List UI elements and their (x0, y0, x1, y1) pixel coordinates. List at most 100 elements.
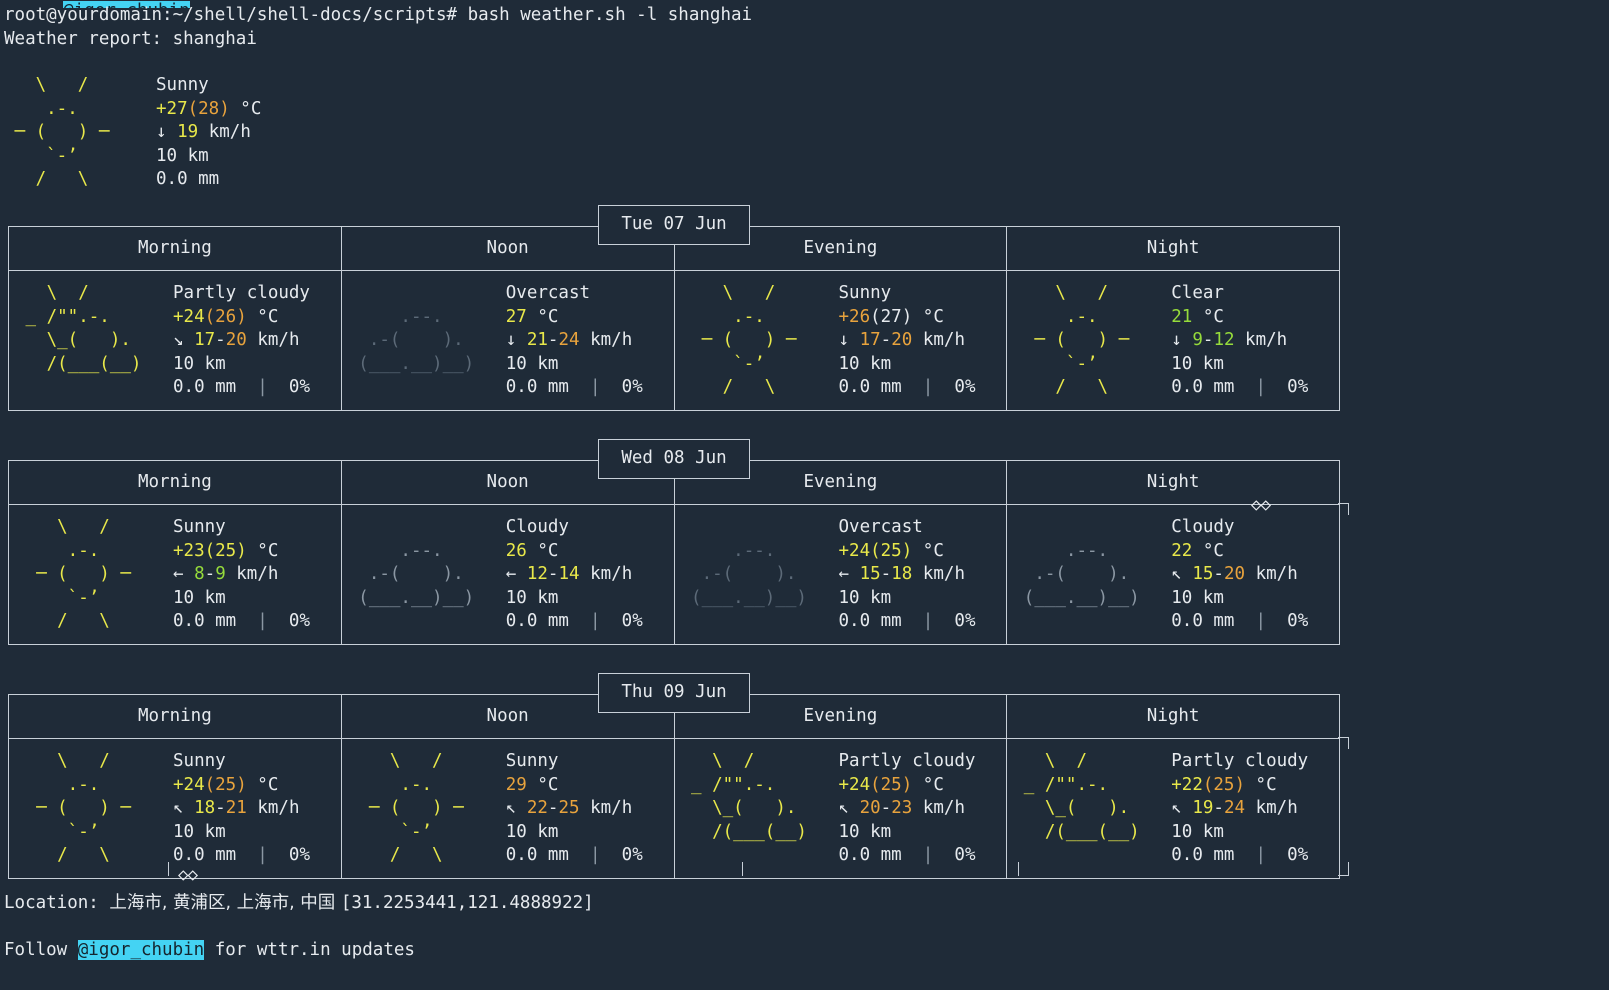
wind-speed-high: 18 (891, 564, 913, 585)
wind-speed-unit: km/h (579, 564, 633, 585)
precipitation-chance: 0% (288, 611, 310, 632)
follow-line: Follow @igor_chubin for wttr.in updates (4, 939, 415, 963)
wind-speed-separator: - (880, 564, 892, 585)
temperature-unit: °C (526, 774, 559, 795)
condition-text: Clear (1171, 283, 1224, 303)
stray-border-fragment (1338, 875, 1349, 876)
condition-text: Cloudy (505, 517, 569, 537)
precipitation-value: 0.0 mm (1171, 377, 1235, 398)
forecast-cell-noon: .--. .-( ). (___.__)__) Overcast 27 °C ↓… (342, 271, 675, 410)
forecast-body-row: \ / .-. ─ ( ) ─ `-’ / \ Sunny +24(25) °C… (9, 739, 1339, 878)
wind-speed-low: 18 (194, 798, 216, 819)
condition-text: Partly cloudy (838, 751, 976, 771)
wind-speed-high: 25 (558, 798, 580, 819)
condition-text: Overcast (838, 517, 923, 537)
sunny-icon: \ / .-. ─ ( ) ─ `-’ / \ (368, 751, 464, 866)
precipitation-value: 0.0 mm (173, 845, 237, 866)
wind-direction-icon: ↘ (173, 330, 184, 351)
wind-speed-low: 17 (859, 330, 881, 351)
precipitation-chance: 0% (954, 845, 976, 866)
visibility-value: 10 km (505, 821, 559, 842)
temperature-feels-like: (26) (204, 306, 247, 327)
precipitation-chance: 0% (288, 845, 310, 866)
temperature-main: +24 (838, 540, 871, 561)
wind-speed-high: 9 (215, 564, 226, 585)
wind-speed-unit: km/h (246, 798, 300, 819)
precipitation-chance: 0% (954, 377, 976, 398)
temperature-unit: °C (246, 540, 279, 561)
location-label: Location: (4, 893, 110, 913)
overcast-icon: .--. .-( ). (___.__)__) (358, 306, 475, 374)
wind-speed-high: 24 (1223, 798, 1246, 819)
temperature-unit: °C (912, 774, 944, 795)
condition-text: Partly cloudy (1171, 751, 1309, 771)
forecast-cell-night: \ / .-. ─ ( ) ─ `-’ / \ Clear 21 °C ↓ 9-… (1007, 271, 1339, 410)
sunny-icon: \ / .-. ─ ( ) ─ `-’ / \ (36, 751, 131, 866)
forecast-info: Sunny +26(27) °C ↓ 17-20 km/h 10 km 0.0 … (839, 282, 1007, 400)
forecast-cell-noon: .--. .-( ). (___.__)__) Cloudy 26 °C ← 1… (342, 505, 675, 644)
temperature-feels-like: (25) (870, 540, 913, 561)
value-separator: | (236, 377, 289, 398)
current-temp-unit: °C (229, 98, 262, 119)
temperature-main: 26 (505, 540, 527, 561)
wind-speed-high: 20 (1223, 564, 1246, 585)
wind-speed-low: 8 (194, 564, 205, 585)
period-header-night: Night (1146, 237, 1200, 258)
value-separator: | (901, 845, 955, 866)
precipitation-value: 0.0 mm (838, 611, 902, 632)
weather-report-header: Weather report: shanghai (4, 28, 257, 49)
current-visibility: 10 km (156, 145, 209, 166)
wind-speed-low: 15 (1192, 564, 1214, 585)
precipitation-chance: 0% (621, 845, 643, 866)
wind-speed-low: 17 (194, 330, 216, 351)
stray-border-fragment (168, 862, 169, 876)
wind-direction-icon: ↓ (1171, 330, 1182, 351)
wind-speed-unit: km/h (912, 798, 965, 819)
forecast-info: Sunny 29 °C ↖ 22-25 km/h 10 km 0.0 mm | … (506, 750, 674, 868)
cloudy-icon: .--. .-( ). (___.__)__) (1023, 540, 1140, 608)
temperature-main: +24 (173, 306, 205, 327)
precipitation-chance: 0% (621, 377, 643, 398)
forecast-info: Partly cloudy +24(25) °C ↖ 20-23 km/h 10… (839, 750, 1007, 868)
wind-speed-separator: - (880, 798, 892, 819)
forecast-cell-evening: \ / _ /"".-. \_( ). /(___(__) Partly clo… (675, 739, 1008, 878)
wind-speed-low: 12 (526, 564, 548, 585)
wind-speed-separator: - (1213, 564, 1224, 585)
wind-speed-low: 22 (526, 798, 548, 819)
partly-cloudy-icon: \ / _ /"".-. \_( ). /(___(__) (25, 283, 142, 374)
follow-handle-link[interactable]: @igor_chubin (77, 940, 205, 960)
current-wind-arrow-icon: ↓ (156, 122, 167, 143)
current-wind-speed: 19 (177, 122, 199, 143)
follow-suffix: for wttr.in updates (204, 940, 415, 960)
wind-direction-icon: ↖ (838, 798, 850, 819)
sunny-icon: \ / .-. ─ ( ) ─ `-’ / \ (36, 517, 131, 632)
temperature-unit: °C (246, 306, 279, 327)
visibility-value: 10 km (1171, 587, 1224, 608)
wind-speed-unit: km/h (912, 330, 965, 351)
temperature-main: +22 (1171, 774, 1203, 795)
forecast-cell-morning: \ / _ /"".-. \_( ). /(___(__) Partly clo… (9, 271, 342, 410)
period-header-morning: Morning (9, 227, 342, 270)
forecast-table-day-2: Morning Noon Evening Night \ / .-. ─ ( ) ─ … (8, 694, 1340, 879)
forecast-cell-morning: \ / .-. ─ ( ) ─ `-’ / \ Sunny +23(25) °C… (9, 505, 342, 644)
value-separator: | (236, 611, 289, 632)
wind-speed-low: 9 (1192, 330, 1203, 351)
wind-speed-unit: km/h (912, 564, 965, 585)
location-line: Location: 上海市, 黄浦区, 上海市, 中国 [31.2253441,… (4, 892, 594, 916)
visibility-value: 10 km (505, 587, 559, 608)
visibility-value: 10 km (505, 353, 559, 374)
forecast-info: Cloudy 22 °C ↖ 15-20 km/h 10 km 0.0 mm |… (1171, 516, 1339, 634)
day-label-box-2: Thu 09 Jun (598, 673, 750, 713)
wind-speed-high: 20 (891, 330, 913, 351)
stray-border-fragment (1338, 737, 1349, 738)
wind-direction-icon: ↖ (505, 798, 517, 819)
forecast-info: Sunny +23(25) °C ← 8-9 km/h 10 km 0.0 mm… (173, 516, 341, 634)
partly-cloudy-icon: \ / _ /"".-. \_( ). /(___(__) (1023, 751, 1140, 842)
forecast-info: Partly cloudy +24(26) °C ↘ 17-20 km/h 10… (173, 282, 341, 400)
temperature-unit: °C (912, 540, 944, 561)
overcast-icon: .--. .-( ). (___.__)__) (691, 540, 807, 608)
wind-speed-high: 23 (891, 798, 913, 819)
wind-speed-low: 15 (859, 564, 881, 585)
wind-speed-separator: - (1213, 798, 1224, 819)
forecast-info: Cloudy 26 °C ← 12-14 km/h 10 km 0.0 mm |… (506, 516, 674, 634)
